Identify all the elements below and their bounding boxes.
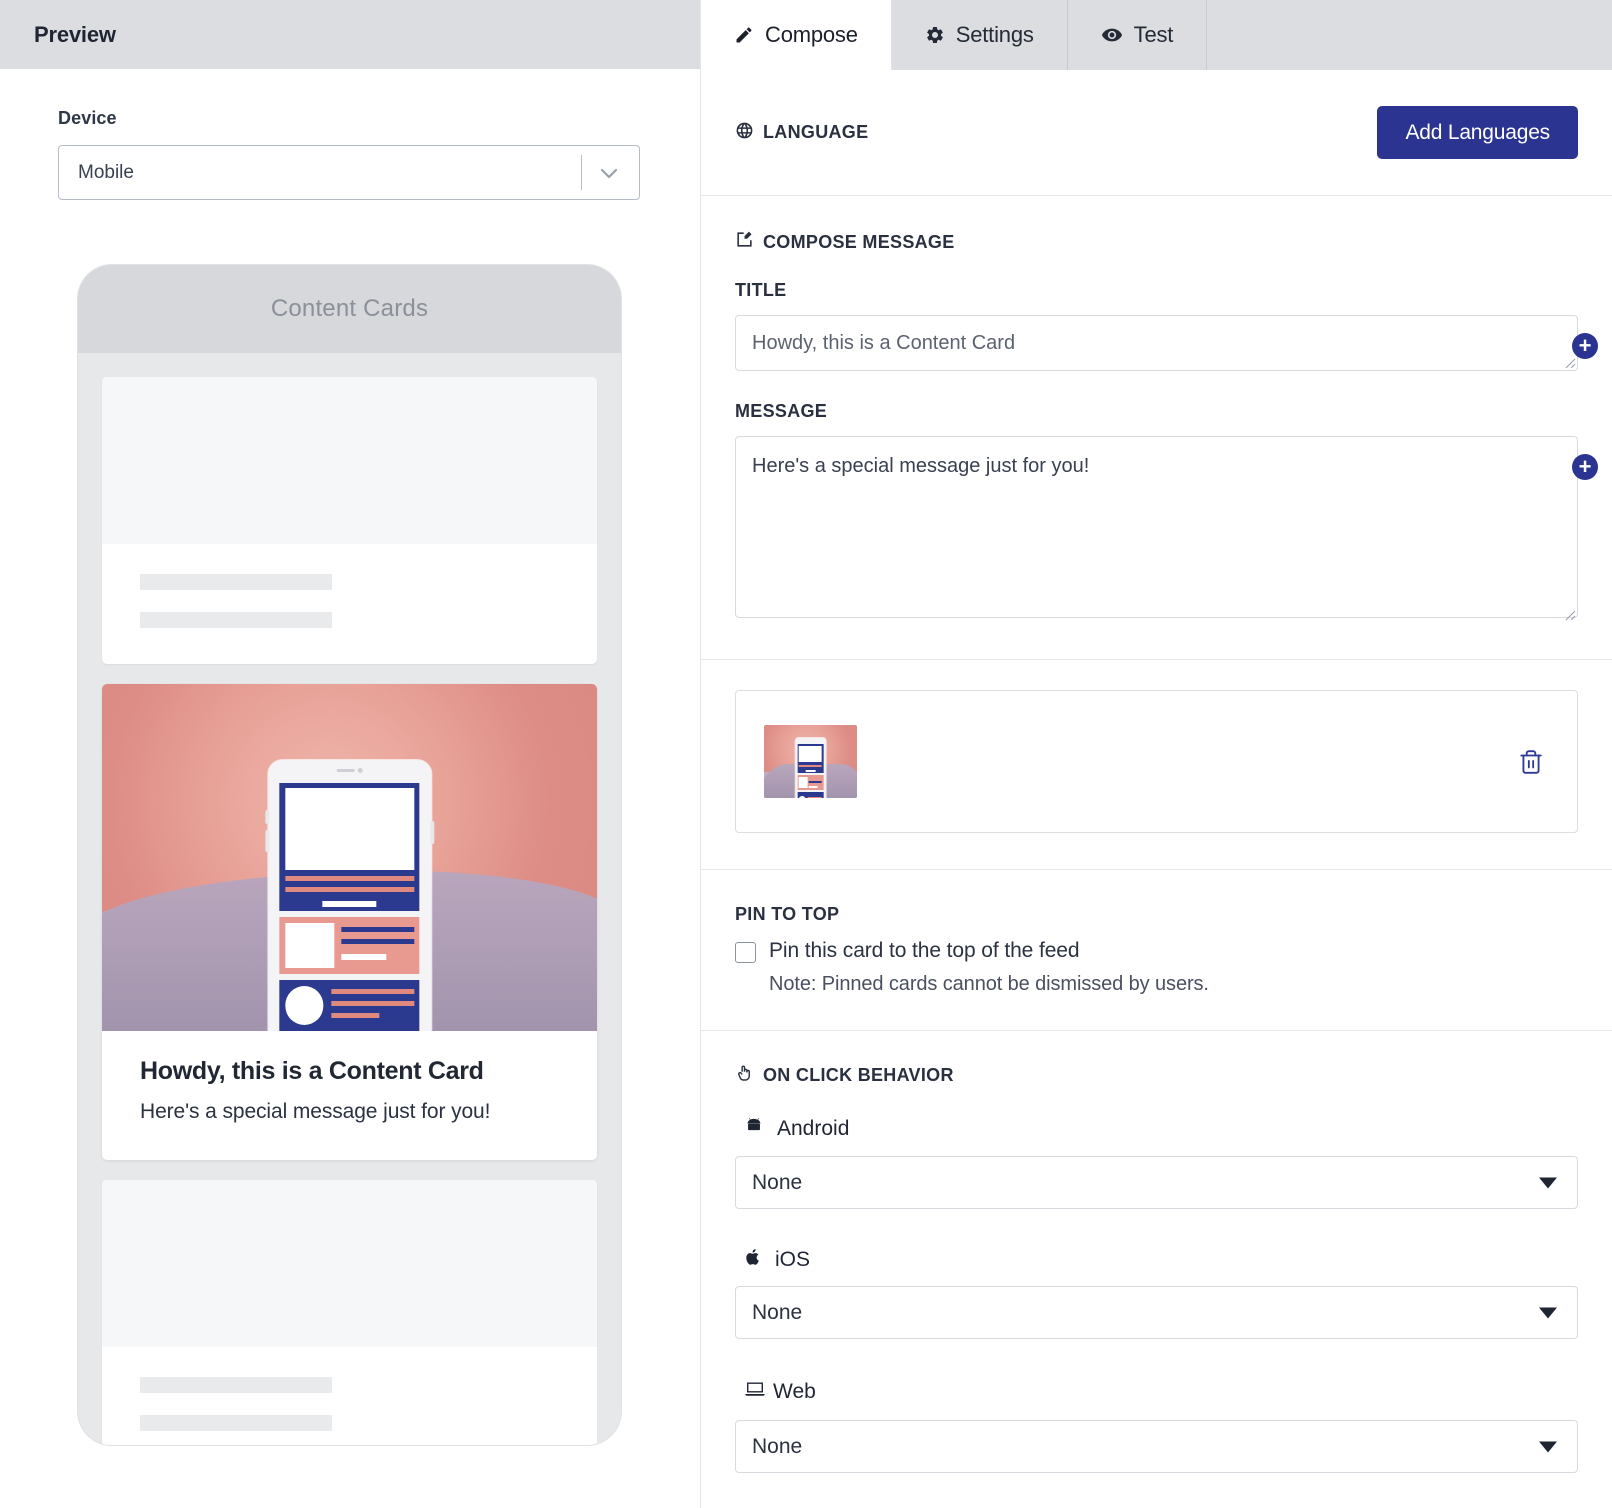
laptop-icon [743, 1377, 767, 1407]
platform-label-ios: iOS [743, 1247, 1578, 1273]
media-thumbnail[interactable] [764, 725, 857, 798]
pencil-square-icon [735, 230, 754, 254]
trash-icon [1518, 749, 1544, 778]
media-item [735, 690, 1578, 833]
pin-checkbox-row[interactable]: Pin this card to the top of the feed [735, 939, 1578, 967]
illustration-card-3 [279, 979, 420, 1031]
phone-feed: Howdy, this is a Content Card Here's a s… [78, 353, 621, 1445]
tab-compose[interactable]: Compose [701, 0, 892, 70]
content-card-preview: Howdy, this is a Content Card Here's a s… [102, 684, 597, 1160]
compose-heading-label: COMPOSE MESSAGE [763, 231, 955, 252]
android-click-value: None [752, 1170, 803, 1194]
illustration-phone-screen [279, 782, 420, 1031]
apple-icon [743, 1247, 763, 1273]
placeholder-line [140, 1415, 332, 1431]
pin-heading: PIN TO TOP [735, 904, 840, 924]
content-card-editor: Preview Device Mobile Content Cards Howd… [0, 0, 1612, 1508]
placeholder-image [102, 1180, 597, 1347]
web-click-dropdown[interactable]: None [735, 1420, 1578, 1473]
platform-label-android: Android [743, 1115, 1578, 1143]
platform-name-ios: iOS [775, 1248, 811, 1271]
gear-icon [925, 25, 945, 45]
tab-test-label: Test [1133, 22, 1174, 47]
illustration-phone-body [264, 760, 435, 1031]
device-label: Device [58, 108, 117, 128]
on-click-heading-label: ON CLICK BEHAVIOR [763, 1064, 954, 1085]
phone-illustration [102, 684, 597, 1031]
message-textarea[interactable] [735, 436, 1578, 618]
pencil-icon [734, 25, 754, 45]
platform-name-android: Android [777, 1117, 850, 1140]
placeholder-line [140, 612, 332, 628]
on-click-heading: ON CLICK BEHAVIOR [735, 1031, 1578, 1115]
tab-settings[interactable]: Settings [892, 0, 1068, 70]
page-title: Preview [34, 21, 116, 47]
pin-checkbox[interactable] [735, 942, 756, 963]
add-title-variant-icon[interactable]: + [1572, 333, 1598, 359]
platform-label-web: Web [743, 1377, 1578, 1407]
on-click-behavior-section: ON CLICK BEHAVIOR Android None iOS None [701, 1031, 1612, 1473]
placeholder-image [102, 377, 597, 544]
compose-heading: COMPOSE MESSAGE [735, 196, 1578, 254]
chevron-down-icon [1539, 1441, 1557, 1452]
placeholder-body [102, 1347, 597, 1445]
device-selector-block: Device Mobile [0, 69, 700, 200]
illustration-phone-notch [311, 766, 388, 776]
phone-topbar: Content Cards [78, 265, 621, 353]
illustration-card-1 [279, 782, 420, 912]
preview-header: Preview [0, 0, 700, 69]
web-click-value: None [752, 1434, 803, 1458]
language-heading-label: LANGUAGE [763, 122, 869, 142]
placeholder-card-top [102, 377, 597, 664]
title-input-wrap: + [735, 315, 1598, 371]
pin-note: Note: Pinned cards cannot be dismissed b… [769, 973, 1209, 995]
message-input-wrap: + [735, 436, 1598, 623]
media-section [701, 690, 1612, 870]
placeholder-card-bottom [102, 1180, 597, 1445]
android-icon [743, 1115, 765, 1143]
chevron-down-icon [597, 161, 621, 185]
eye-icon [1101, 24, 1123, 46]
placeholder-line [140, 574, 332, 590]
pointer-hand-icon [735, 1063, 754, 1087]
chevron-down-icon [1539, 1307, 1557, 1318]
content-card-message: Here's a special message just for you! [140, 1100, 491, 1123]
delete-media-button[interactable] [1512, 743, 1550, 781]
chevron-down-icon [1539, 1177, 1557, 1188]
ios-click-value: None [752, 1300, 803, 1324]
device-select[interactable]: Mobile [58, 145, 640, 200]
pin-checkbox-label: Pin this card to the top of the feed [769, 939, 1080, 962]
device-select-divider [581, 155, 582, 190]
message-label: MESSAGE [735, 401, 828, 421]
placeholder-line [140, 1377, 332, 1393]
pin-to-top-section: PIN TO TOP Pin this card to the top of t… [701, 870, 1612, 1031]
placeholder-body [102, 544, 597, 664]
tab-bar-filler [1207, 0, 1612, 70]
language-header: LANGUAGE Add Languages [735, 70, 1578, 195]
editor-panel: Compose Settings Test LANGUAGE Add Langu… [701, 0, 1612, 1508]
illustration-card-2 [279, 917, 420, 974]
tab-bar: Compose Settings Test [701, 0, 1612, 70]
preview-panel: Preview Device Mobile Content Cards Howd… [0, 0, 701, 1508]
content-card-body: Howdy, this is a Content Card Here's a s… [102, 1031, 597, 1160]
tab-test[interactable]: Test [1068, 0, 1208, 70]
platform-name-web: Web [773, 1380, 816, 1403]
content-card-image [102, 684, 597, 1031]
content-card-title: Howdy, this is a Content Card [140, 1057, 484, 1085]
tab-settings-label: Settings [955, 22, 1034, 47]
phone-mockup: Content Cards Howdy, this is a Content C… [78, 265, 621, 1445]
language-heading: LANGUAGE [735, 121, 868, 145]
phone-topbar-title: Content Cards [270, 295, 429, 322]
language-section: LANGUAGE Add Languages [701, 70, 1612, 196]
title-input[interactable] [735, 315, 1578, 371]
title-label: TITLE [735, 280, 787, 300]
device-select-value: Mobile [78, 161, 134, 183]
add-languages-button[interactable]: Add Languages [1377, 106, 1578, 159]
tab-compose-label: Compose [765, 22, 858, 47]
globe-icon [735, 121, 754, 145]
android-click-dropdown[interactable]: None [735, 1156, 1578, 1209]
compose-message-section: COMPOSE MESSAGE TITLE + MESSAGE + [701, 196, 1612, 660]
ios-click-dropdown[interactable]: None [735, 1286, 1578, 1339]
add-message-variant-icon[interactable]: + [1572, 454, 1598, 480]
